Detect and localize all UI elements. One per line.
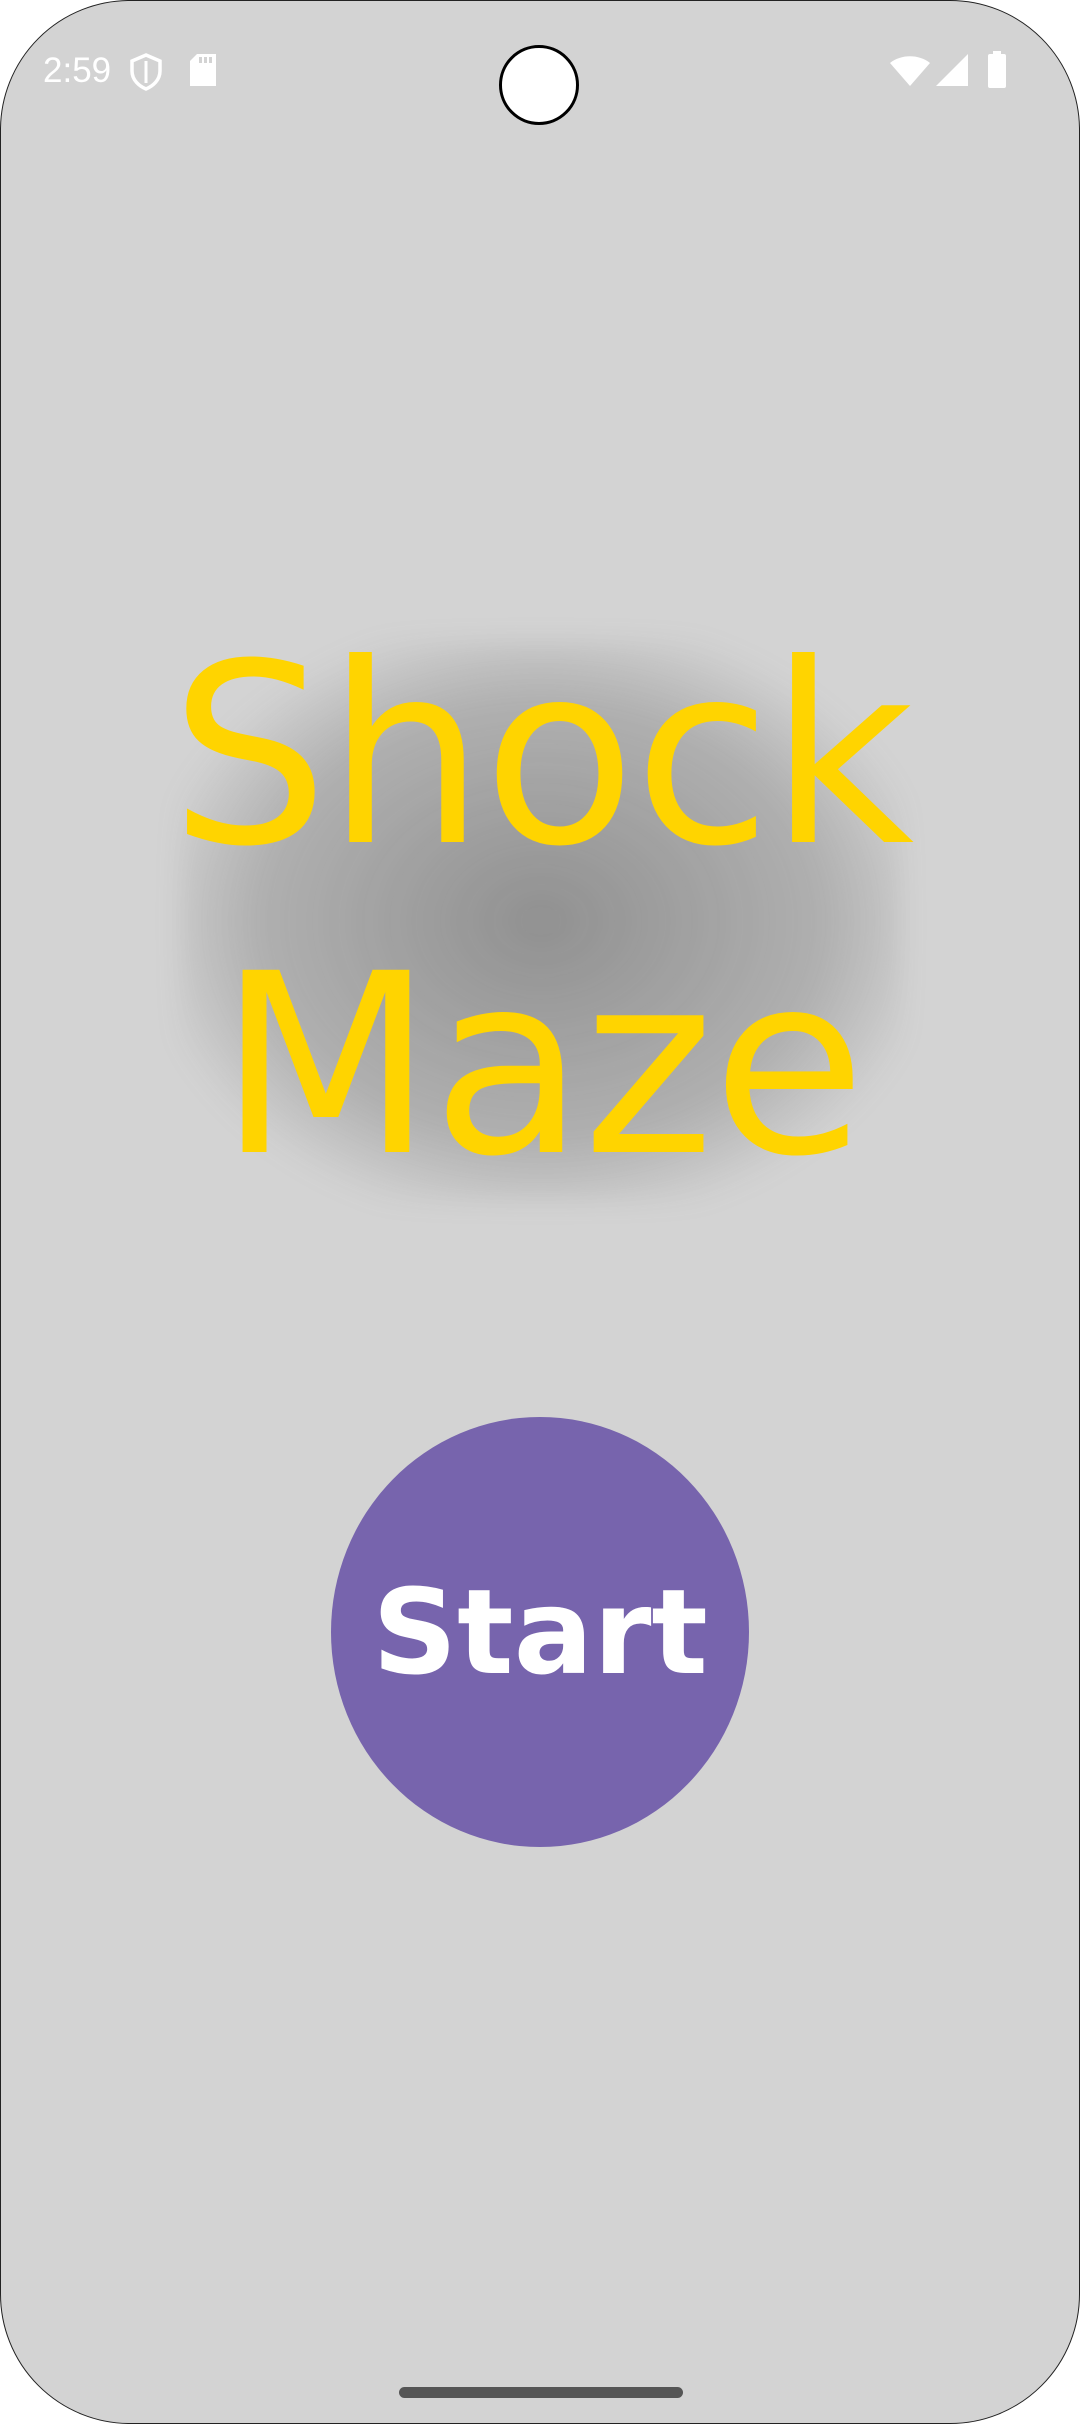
status-time: 2:59 — [43, 51, 112, 90]
navigation-handle[interactable] — [399, 2387, 683, 2398]
game-title-line-2: Maze — [218, 920, 866, 1211]
front-camera-cutout — [499, 45, 579, 125]
phone-screen: 2:59 Shock Maze Start — [0, 0, 1080, 2424]
shield-icon — [129, 53, 163, 96]
sd-card-icon — [189, 53, 217, 92]
wifi-icon — [889, 55, 931, 92]
start-button[interactable]: Start — [331, 1417, 749, 1847]
signal-icon — [935, 53, 969, 92]
game-title-line-1: Shock — [169, 610, 914, 901]
battery-icon — [987, 51, 1007, 94]
